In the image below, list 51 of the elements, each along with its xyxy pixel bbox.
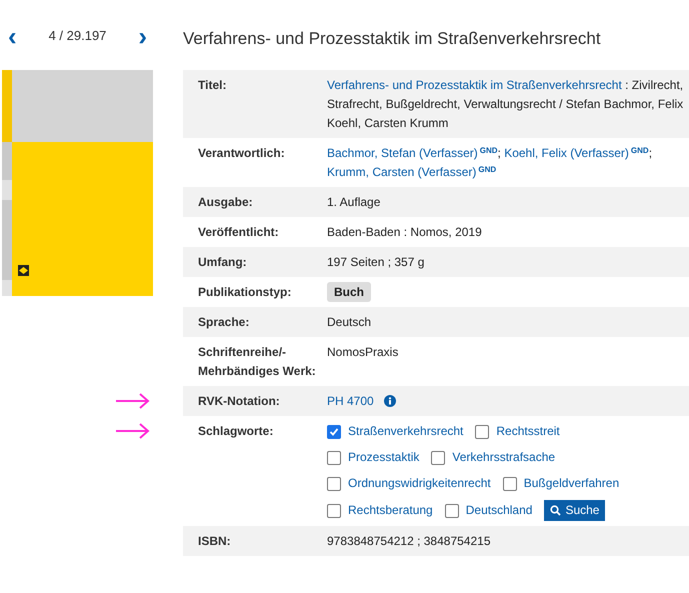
- field-label: Ausgabe:: [197, 194, 254, 211]
- field-label: Schlagworte:: [197, 423, 274, 440]
- link[interactable]: Koehl, Felix (Verfasser): [504, 146, 629, 160]
- keyword-link[interactable]: Prozesstaktik: [348, 448, 420, 467]
- field-label: ISBN:: [197, 533, 232, 550]
- field-value: Bachmor, Stefan (Verfasser) $^{GND}$; Koehl, Felix (Verfasser) $^{GND}$; Krumm, Carsten (Verfasser) $^{GND}$: [327, 145, 654, 181]
- field-label: Titel:: [197, 77, 228, 94]
- keyword-link[interactable]: Rechtsberatung: [348, 501, 433, 520]
- checkbox[interactable]: [444, 504, 459, 518]
- link[interactable]: Krumm, Carsten (Verfasser): [327, 165, 476, 179]
- field-value: 9783848754212 ; 3848754215: [327, 533, 492, 550]
- field-value: Baden-Baden : Nomos, 2019: [327, 224, 483, 241]
- keyword-link[interactable]: Deutschland: [466, 501, 532, 520]
- checkbox[interactable]: [327, 504, 341, 518]
- next-button[interactable]: ›: [134, 23, 151, 49]
- checkbox[interactable]: [431, 450, 446, 464]
- keyword-link[interactable]: Bußgeldverfahren: [524, 474, 620, 493]
- field-label: Umfang:: [197, 254, 248, 271]
- gnd-link[interactable]: GND: [630, 146, 649, 155]
- search-icon: [550, 505, 562, 516]
- checkbox[interactable]: [327, 424, 341, 438]
- checkbox[interactable]: [327, 476, 341, 490]
- checkbox[interactable]: [327, 450, 341, 464]
- type-tag: Buch: [327, 282, 371, 302]
- field-value: Verfahrens- und Prozesstaktik im Straßenverkehrsrecht : Zivilrecht, Strafrecht, Bußgeldrecht, Verwaltungsrecht / Stefan Bachmor, Felix Koehl, Carsten Krumm: [327, 77, 684, 132]
- field-value: Deutsch: [327, 314, 372, 331]
- info-icon[interactable]: [384, 395, 396, 407]
- record-position: 4 / 29.197: [48, 27, 106, 46]
- link[interactable]: PH 4700: [327, 394, 374, 408]
- gnd-link[interactable]: GND: [478, 165, 496, 174]
- field-value: 1. Auflage: [327, 194, 382, 211]
- keyword-link[interactable]: Ordnungswidrigkeitenrecht: [348, 474, 491, 493]
- checkbox[interactable]: [502, 476, 517, 490]
- keyword-link[interactable]: Rechtsstreit: [496, 422, 560, 441]
- link[interactable]: Verfahrens- und Prozesstaktik im Straßenverkehrsrecht: [327, 78, 622, 92]
- keyword-link[interactable]: Straßenverkehrsrecht: [348, 422, 464, 441]
- field-label: Schriftenreihe/-Mehrbändiges Werk:: [197, 344, 317, 380]
- field-label: Sprache:: [197, 314, 250, 331]
- field-label: Veröffentlicht:: [197, 224, 280, 241]
- checkbox[interactable]: [475, 424, 490, 438]
- field-value: NomosPraxis: [327, 344, 400, 361]
- field-label: Verantwortlich:: [197, 145, 286, 162]
- previous-button[interactable]: ‹: [4, 23, 21, 49]
- link[interactable]: Bachmor, Stefan (Verfasser): [327, 146, 478, 160]
- field-value: 197 Seiten ; 357 g: [327, 254, 426, 271]
- keyword-link[interactable]: Verkehrsstrafsache: [452, 448, 556, 467]
- field-label: RVK-Notation:: [197, 393, 281, 410]
- page-heading: Verfahrens- und Prozesstaktik im Straßenverkehrsrecht: [183, 28, 602, 50]
- field-label: Publikationstyp:: [197, 284, 292, 301]
- gnd-link[interactable]: GND: [480, 146, 498, 155]
- search-button[interactable]: Suche: [544, 500, 606, 521]
